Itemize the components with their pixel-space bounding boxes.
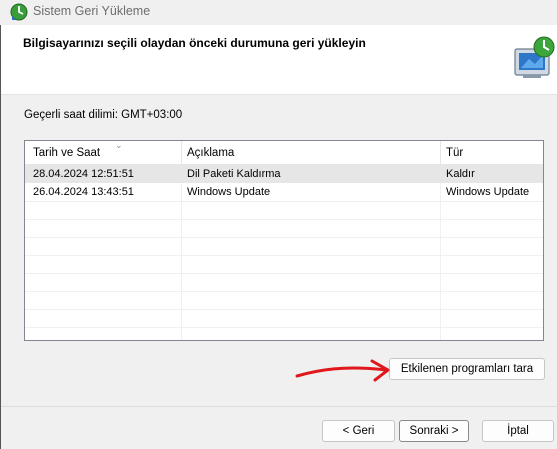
- page-title: Bilgisayarınızı seçili olaydan önceki du…: [23, 36, 366, 50]
- footer-divider: [0, 406, 557, 407]
- title-bar: Sistem Geri Yükleme: [0, 0, 557, 25]
- cancel-button[interactable]: İptal: [482, 420, 554, 442]
- header-divider[interactable]: [440, 141, 441, 165]
- grid-line: [25, 201, 543, 202]
- row-type: Windows Update: [446, 186, 530, 198]
- grid-line: [25, 219, 543, 220]
- table-row[interactable]: 28.04.2024 12:51:51 Dil Paketi Kaldırma …: [25, 165, 543, 183]
- row-type: Kaldır: [446, 168, 475, 180]
- header-divider[interactable]: [181, 141, 182, 165]
- scan-affected-programs-button[interactable]: Etkilenen programları tara: [389, 358, 545, 380]
- back-button[interactable]: < Geri: [322, 420, 395, 442]
- row-date: 26.04.2024 13:43:51: [33, 186, 134, 198]
- table-row[interactable]: 26.04.2024 13:43:51 Windows Update Windo…: [25, 183, 543, 201]
- header-panel: Bilgisayarınızı seçili olaydan önceki du…: [0, 25, 557, 95]
- system-restore-window: Sistem Geri Yükleme Bilgisayarınızı seçi…: [0, 0, 557, 449]
- column-header-date[interactable]: Tarih ve Saat: [33, 147, 100, 159]
- grid-line: [25, 309, 543, 310]
- grid-line: [25, 291, 543, 292]
- timezone-label: Geçerli saat dilimi: GMT+03:00: [24, 109, 183, 121]
- grid-line: [25, 327, 543, 328]
- next-button[interactable]: Sonraki >: [399, 420, 469, 442]
- system-restore-icon: [10, 3, 28, 21]
- restore-computer-icon: [514, 36, 555, 78]
- restore-points-list[interactable]: ⌄ Tarih ve Saat Açıklama Tür 28.04.2024 …: [24, 140, 544, 341]
- window-edge: [0, 25, 1, 449]
- row-date: 28.04.2024 12:51:51: [33, 168, 134, 180]
- window-title: Sistem Geri Yükleme: [33, 4, 151, 18]
- grid-line: [25, 255, 543, 256]
- grid-line: [25, 237, 543, 238]
- list-header: ⌄ Tarih ve Saat Açıklama Tür: [25, 141, 543, 165]
- column-header-description[interactable]: Açıklama: [187, 147, 234, 159]
- sort-chevron-icon: ⌄: [115, 140, 123, 150]
- grid-line: [25, 273, 543, 274]
- column-header-type[interactable]: Tür: [446, 147, 463, 159]
- row-description: Dil Paketi Kaldırma: [187, 168, 281, 180]
- row-description: Windows Update: [187, 186, 271, 198]
